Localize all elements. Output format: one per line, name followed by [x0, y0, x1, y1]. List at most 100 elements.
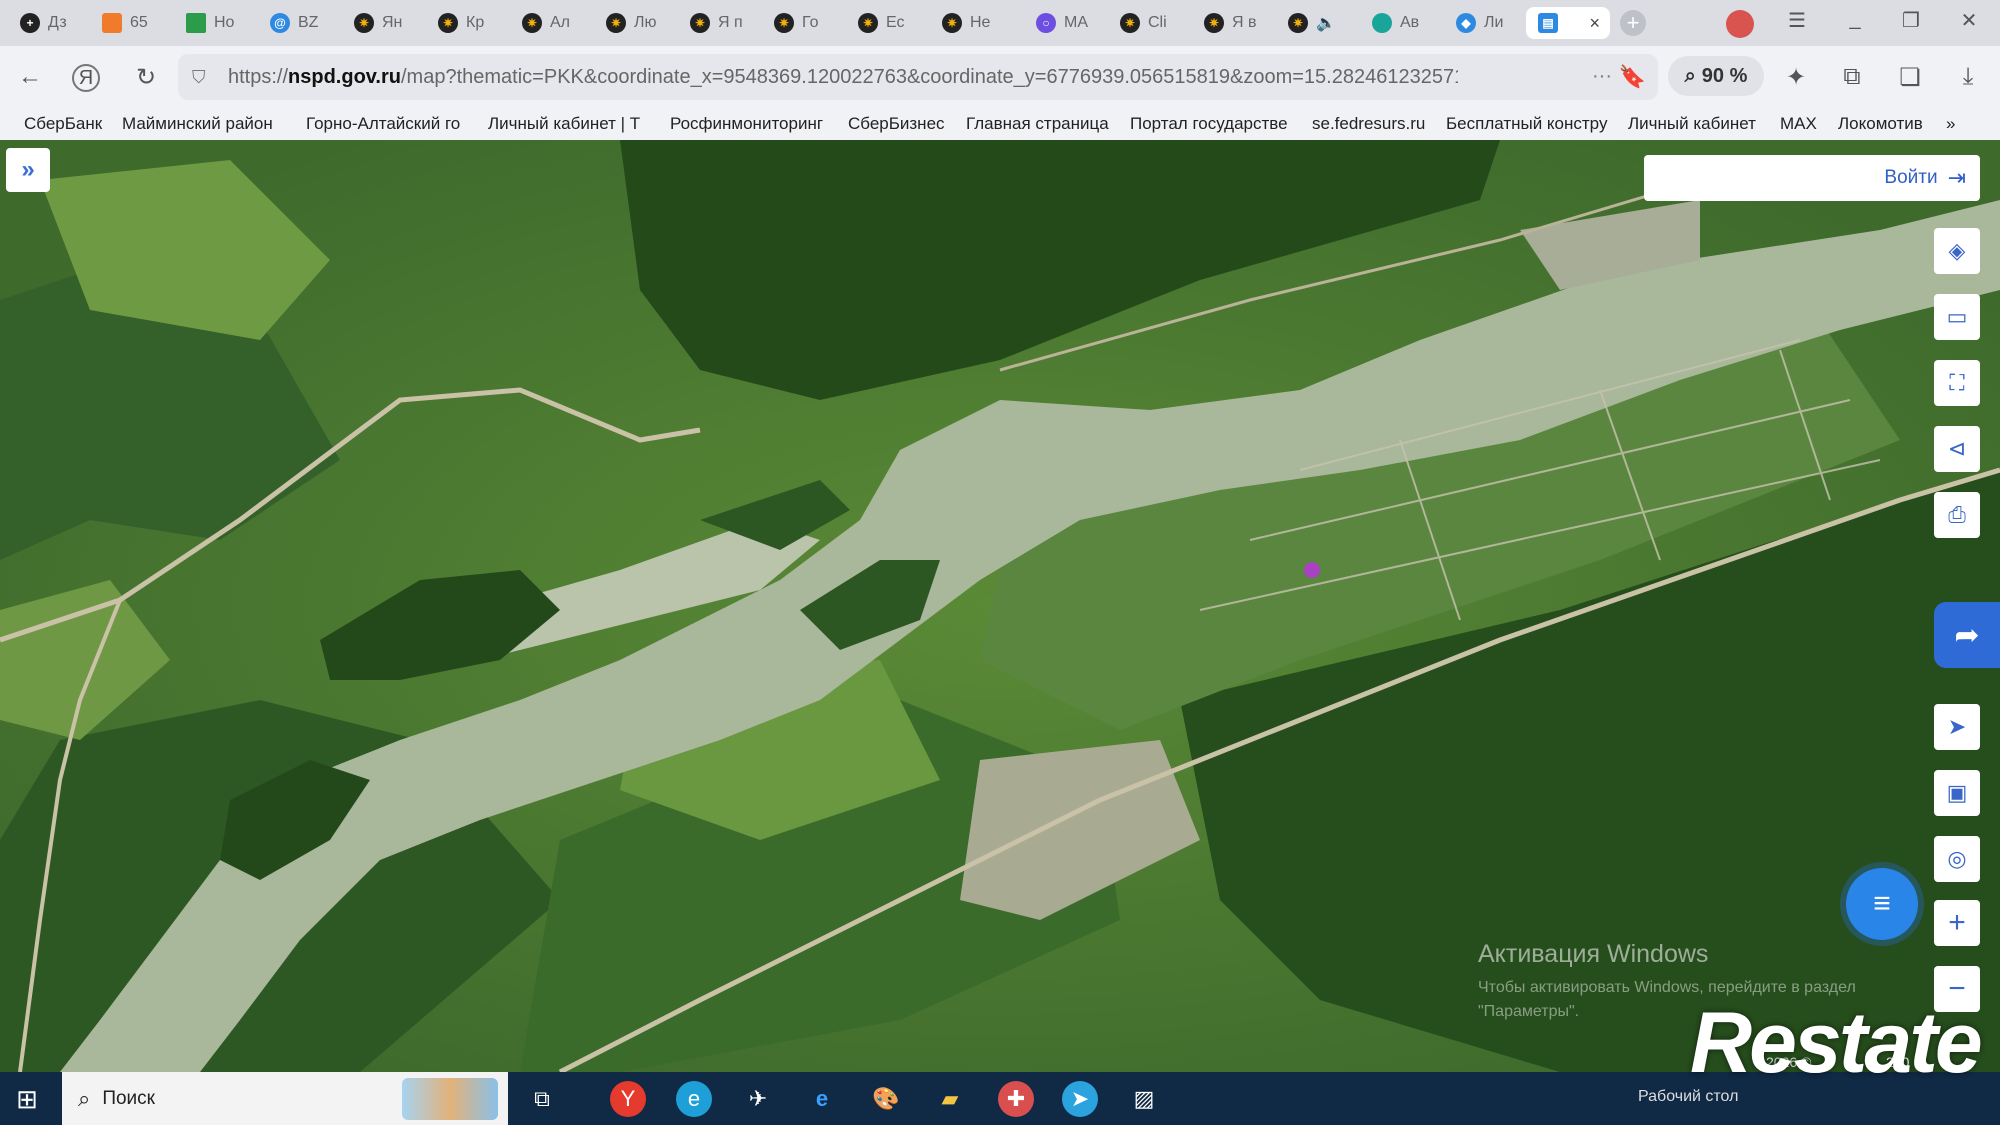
- close-window-icon[interactable]: ✕: [1954, 8, 1984, 33]
- browser-tab[interactable]: ✷ Cli: [1108, 7, 1182, 39]
- paint-icon[interactable]: 🎨: [868, 1081, 904, 1117]
- minimap-icon[interactable]: ▣: [1934, 770, 1980, 816]
- bookmark-link[interactable]: Локомотив: [1838, 114, 1934, 134]
- bookmark-link[interactable]: СберБанк: [24, 114, 110, 134]
- print-icon[interactable]: ⎙: [1934, 492, 1980, 538]
- layers-icon[interactable]: ◈: [1934, 228, 1980, 274]
- browser-tab[interactable]: + Дз: [8, 7, 82, 39]
- address-bar[interactable]: ⛉ https://nspd.gov.ru/map?thematic=PKK&c…: [178, 54, 1658, 100]
- browser-tab[interactable]: ✷ Лю: [594, 7, 668, 39]
- browser-tab[interactable]: ✷ Я в: [1192, 7, 1266, 39]
- bookmark-link[interactable]: Главная страница: [966, 114, 1112, 134]
- bookmarks-overflow-icon[interactable]: »: [1946, 114, 1966, 134]
- yandex-icon[interactable]: Я: [72, 64, 100, 92]
- zoom-indicator[interactable]: ⌕ 90 %: [1668, 56, 1764, 96]
- photos-icon[interactable]: ▨: [1126, 1081, 1162, 1117]
- speaker-icon: 🔈: [1316, 15, 1336, 32]
- reload-icon[interactable]: ↻: [130, 61, 162, 93]
- bookmark-link[interactable]: MAX: [1780, 114, 1824, 134]
- restore-icon[interactable]: ❐: [1896, 8, 1926, 33]
- bookmark-link[interactable]: Росфинмониторинг: [670, 114, 834, 134]
- bookmark-link[interactable]: se.fedresurs.ru: [1312, 114, 1432, 134]
- browser-tab[interactable]: ✷ Ян: [342, 7, 416, 39]
- windows-start-icon[interactable]: ⊞: [12, 1084, 42, 1114]
- task-view-icon[interactable]: ⧉: [524, 1081, 560, 1117]
- download-icon[interactable]: ⤓: [1952, 61, 1984, 93]
- bookmark-link[interactable]: Горно-Алтайский го: [306, 114, 466, 134]
- edge-icon[interactable]: e: [676, 1081, 712, 1117]
- sun-icon: ✷: [354, 13, 374, 33]
- browser-tab[interactable]: Ав: [1360, 7, 1434, 39]
- sun-icon: ✷: [606, 13, 626, 33]
- active-tab[interactable]: ▤ ×: [1526, 7, 1610, 39]
- app-grid-icon[interactable]: ✚: [998, 1081, 1034, 1117]
- sun-icon: ✷: [438, 13, 458, 33]
- puzzle-icon[interactable]: ⧉: [1836, 61, 1868, 93]
- locate-arrow-icon[interactable]: ➤: [1934, 704, 1980, 750]
- zoom-level: 90 %: [1701, 64, 1748, 87]
- back-arrow-icon[interactable]: ←: [14, 61, 46, 93]
- yandex-browser-icon[interactable]: Y: [610, 1081, 646, 1117]
- login-button[interactable]: Войти ⇥: [1644, 155, 1980, 201]
- collections-icon[interactable]: ❏: [1894, 61, 1926, 93]
- internet-explorer-icon[interactable]: e: [804, 1081, 840, 1117]
- geolocation-icon[interactable]: ◎: [1934, 836, 1980, 882]
- mail-icon: [102, 13, 122, 33]
- close-tab-icon[interactable]: ×: [1589, 13, 1600, 34]
- tab-label: Ав: [1400, 14, 1420, 31]
- browser-tab[interactable]: ✷ Кр: [426, 7, 500, 39]
- paper-plane-app-icon[interactable]: ✈: [740, 1081, 776, 1117]
- ruler-icon[interactable]: ▭: [1934, 294, 1980, 340]
- bookmarks-bar: СберБанк Майминский район Горно-Алтайски…: [0, 108, 2000, 140]
- tab-label: Кр: [466, 14, 485, 31]
- search-label: Поиск: [102, 1087, 155, 1109]
- login-label: Войти: [1884, 167, 1938, 188]
- drive-icon: [186, 13, 206, 33]
- route-button[interactable]: ➦: [1934, 602, 2000, 668]
- browser-tab[interactable]: 65: [90, 7, 164, 39]
- browser-tab[interactable]: @ BZ: [258, 7, 332, 39]
- profile-avatar[interactable]: [1726, 10, 1754, 38]
- map-view[interactable]: » Войти ⇥ ◈ ▭ ⛶ ⊲ ⎙ ➦ ➤ ▣ ◎ + − ≡ Активац…: [0, 140, 2000, 1072]
- sun-icon: ✷: [1120, 13, 1140, 33]
- zoom-in-icon[interactable]: +: [1934, 900, 1980, 946]
- expand-panel-button[interactable]: »: [6, 148, 50, 192]
- file-explorer-icon[interactable]: ▰: [932, 1081, 968, 1117]
- windows-activation-title: Активация Windows: [1478, 940, 1709, 968]
- browser-tab[interactable]: ◆ Ли: [1444, 7, 1518, 39]
- tab-label: МА: [1064, 14, 1088, 31]
- bookmark-link[interactable]: Портал государстве: [1130, 114, 1290, 134]
- tab-label: Ес: [886, 14, 905, 31]
- tab-label: Дз: [48, 14, 67, 31]
- bookmark-link[interactable]: Майминский район: [122, 114, 282, 134]
- bookmark-link[interactable]: Личный кабинет: [1628, 114, 1760, 134]
- bookmark-link[interactable]: Бесплатный констру: [1446, 114, 1608, 134]
- minimize-icon[interactable]: _: [1840, 8, 1870, 31]
- bookmark-link[interactable]: СберБизнес: [848, 114, 948, 134]
- bookmark-icon[interactable]: 🔖: [1619, 64, 1646, 90]
- taskbar-search[interactable]: ⌕ Поиск: [62, 1072, 508, 1125]
- area-select-icon[interactable]: ⛶: [1934, 360, 1980, 406]
- browser-tab[interactable]: Но: [174, 7, 248, 39]
- telegram-icon[interactable]: ➤: [1062, 1081, 1098, 1117]
- sun-icon: ✷: [1288, 13, 1308, 33]
- extension-tools-icon[interactable]: ✦: [1780, 61, 1812, 93]
- browser-tab[interactable]: ✷ Не: [930, 7, 1004, 39]
- magnifier-icon: ⌕: [1684, 64, 1696, 87]
- bookmark-link[interactable]: Личный кабинет | Т: [488, 114, 648, 134]
- satellite-map-image[interactable]: [0, 140, 2000, 1072]
- browser-tab[interactable]: ✷ Го: [762, 7, 836, 39]
- menu-icon[interactable]: ☰: [1782, 8, 1812, 33]
- new-tab-button[interactable]: +: [1620, 10, 1646, 36]
- browser-tab[interactable]: ✷ Я п: [678, 7, 752, 39]
- tab-strip: + Дз 65 Но @ BZ ✷ Ян ✷ Кр ✷ Ал ✷ Лю ✷ Я п ✷ Го ✷…: [0, 0, 2000, 46]
- browser-tab[interactable]: ✷ 🔈: [1276, 7, 1350, 39]
- sun-icon: ✷: [522, 13, 542, 33]
- url-text[interactable]: https://nspd.gov.ru/map?thematic=PKK&coo…: [228, 66, 1458, 89]
- chat-button[interactable]: ≡: [1846, 868, 1918, 940]
- browser-tab[interactable]: ✷ Ал: [510, 7, 584, 39]
- share-icon[interactable]: ⊲: [1934, 426, 1980, 472]
- more-dots-icon[interactable]: ···: [1592, 65, 1612, 88]
- browser-tab[interactable]: ✷ Ес: [846, 7, 920, 39]
- browser-tab[interactable]: ○ МА: [1024, 7, 1098, 39]
